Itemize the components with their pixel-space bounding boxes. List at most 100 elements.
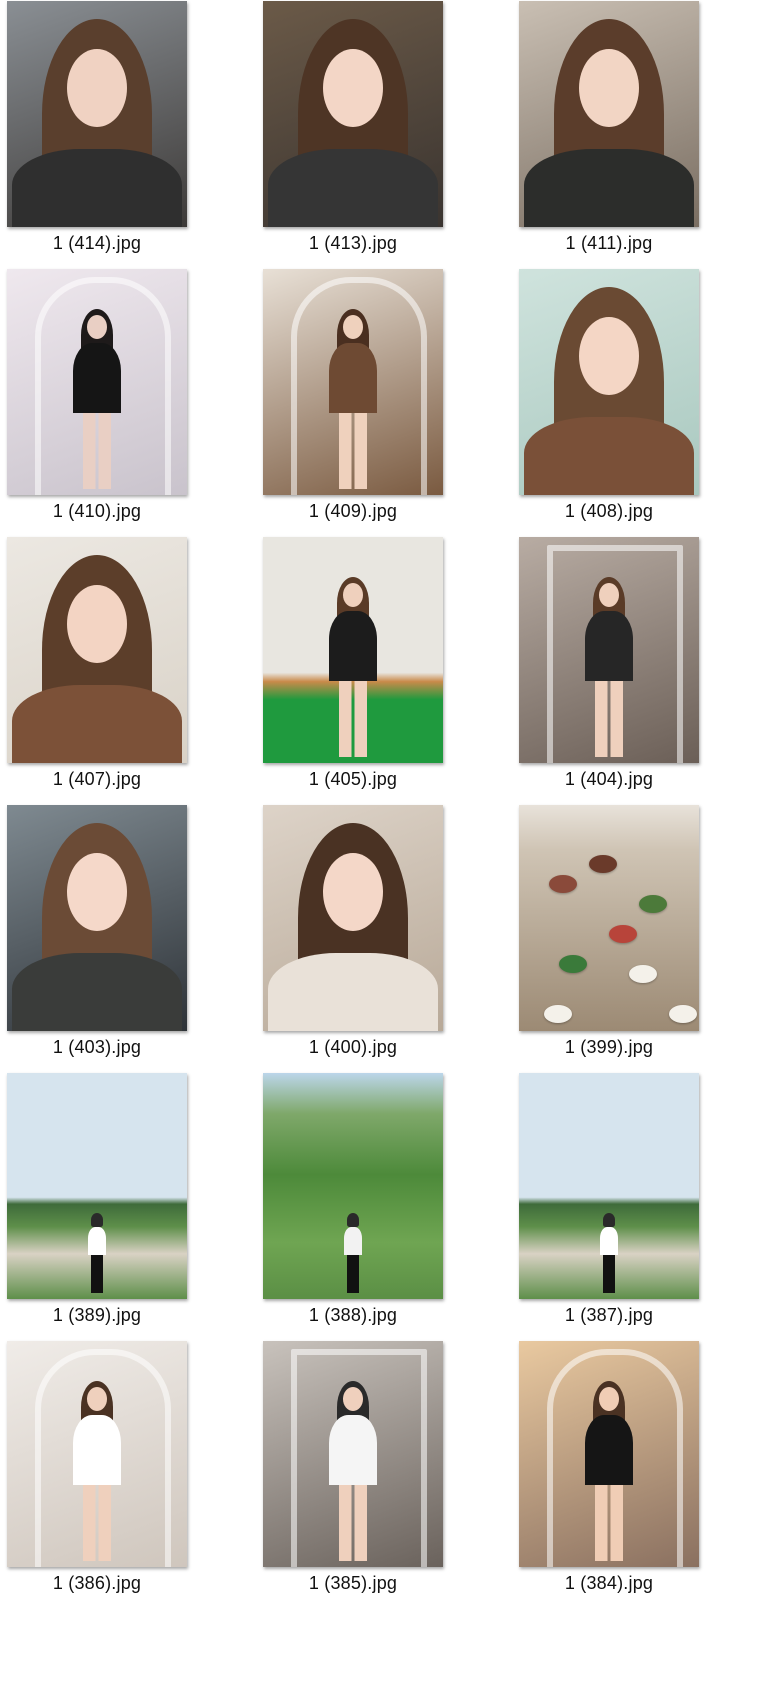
food-dish [589,855,617,873]
file-tile[interactable]: 1 (411).jpg [514,1,754,269]
file-tile[interactable]: 1 (404).jpg [514,537,754,805]
legs [339,413,367,489]
file-name-label: 1 (411).jpg [514,233,704,254]
image-thumbnail[interactable] [7,537,187,763]
file-tile[interactable]: 1 (385).jpg [258,1341,498,1609]
person-figure [268,19,438,227]
file-tile[interactable]: 1 (388).jpg [258,1073,498,1341]
image-thumbnail[interactable] [263,1,443,227]
person-figure [341,1213,365,1293]
legs [339,681,367,757]
file-tile[interactable]: 1 (399).jpg [514,805,754,1073]
clothing [329,343,377,413]
file-tile[interactable]: 1 (387).jpg [514,1073,754,1341]
legs [603,1255,615,1293]
food-dish [639,895,667,913]
image-thumbnail[interactable] [263,537,443,763]
file-name-label: 1 (386).jpg [2,1573,192,1594]
face [343,1387,363,1411]
clothing [329,611,377,681]
file-tile[interactable]: 1 (409).jpg [258,269,498,537]
food-dish [544,1005,572,1023]
file-name-text: 1 (405).jpg [308,769,398,789]
legs [83,1485,111,1561]
person-figure [524,19,694,227]
hair [347,1213,359,1227]
file-name-label: 1 (399).jpg [514,1037,704,1058]
clothing [585,611,633,681]
image-thumbnail[interactable] [263,1341,443,1567]
file-name-text: 1 (385).jpg [308,1573,398,1593]
file-name-text: 1 (414).jpg [52,233,142,253]
image-thumbnail[interactable] [7,1073,187,1299]
file-tile[interactable]: 1 (386).jpg [2,1341,242,1609]
food-dish [559,955,587,973]
person-figure [524,287,694,495]
face [323,49,383,127]
image-thumbnail[interactable] [263,1073,443,1299]
file-name-text: 1 (399).jpg [564,1037,654,1057]
image-thumbnail[interactable] [263,805,443,1031]
clothing [12,685,182,763]
file-name-text: 1 (400).jpg [308,1037,398,1057]
photo-background [519,805,699,1031]
file-name-label: 1 (407).jpg [2,769,192,790]
file-tile[interactable]: 1 (389).jpg [2,1073,242,1341]
file-name-label: 1 (403).jpg [2,1037,192,1058]
file-name-text: 1 (407).jpg [52,769,142,789]
file-name-text: 1 (404).jpg [564,769,654,789]
image-thumbnail[interactable] [263,269,443,495]
legs [91,1255,103,1293]
food-dish [609,925,637,943]
file-tile[interactable]: 1 (408).jpg [514,269,754,537]
clothing [268,149,438,227]
image-thumbnail[interactable] [519,805,699,1031]
image-thumbnail[interactable] [7,1341,187,1567]
file-tile[interactable]: 1 (384).jpg [514,1341,754,1609]
file-name-text: 1 (387).jpg [564,1305,654,1325]
image-thumbnail[interactable] [519,1341,699,1567]
file-name-label: 1 (413).jpg [258,233,448,254]
file-name-label: 1 (405).jpg [258,769,448,790]
file-name-label: 1 (384).jpg [514,1573,704,1594]
face [599,583,619,607]
image-thumbnail[interactable] [519,537,699,763]
face [343,315,363,339]
image-thumbnail[interactable] [519,1073,699,1299]
face [323,853,383,931]
file-name-label: 1 (404).jpg [514,769,704,790]
clothing [585,1415,633,1485]
face [67,853,127,931]
clothing [329,1415,377,1485]
file-tile[interactable]: 1 (407).jpg [2,537,242,805]
person-figure [579,577,639,757]
image-thumbnail[interactable] [7,269,187,495]
legs [347,1255,359,1293]
image-thumbnail[interactable] [519,1,699,227]
food-dish [669,1005,697,1023]
file-name-text: 1 (388).jpg [308,1305,398,1325]
face [67,49,127,127]
file-name-label: 1 (388).jpg [258,1305,448,1326]
file-tile[interactable]: 1 (400).jpg [258,805,498,1073]
file-name-label: 1 (414).jpg [2,233,192,254]
food-dish [629,965,657,983]
file-tile[interactable]: 1 (413).jpg [258,1,498,269]
person-figure [579,1381,639,1561]
file-tile[interactable]: 1 (414).jpg [2,1,242,269]
file-name-text: 1 (409).jpg [308,501,398,521]
file-tile[interactable]: 1 (403).jpg [2,805,242,1073]
clothing [73,1415,121,1485]
file-tile[interactable]: 1 (405).jpg [258,537,498,805]
file-name-text: 1 (384).jpg [564,1573,654,1593]
file-name-label: 1 (400).jpg [258,1037,448,1058]
hair [603,1213,615,1227]
face [67,585,127,663]
face [599,1387,619,1411]
image-thumbnail[interactable] [7,805,187,1031]
file-tile[interactable]: 1 (410).jpg [2,269,242,537]
image-thumbnail[interactable] [519,269,699,495]
file-name-text: 1 (408).jpg [564,501,654,521]
person-figure [597,1213,621,1293]
image-thumbnail[interactable] [7,1,187,227]
